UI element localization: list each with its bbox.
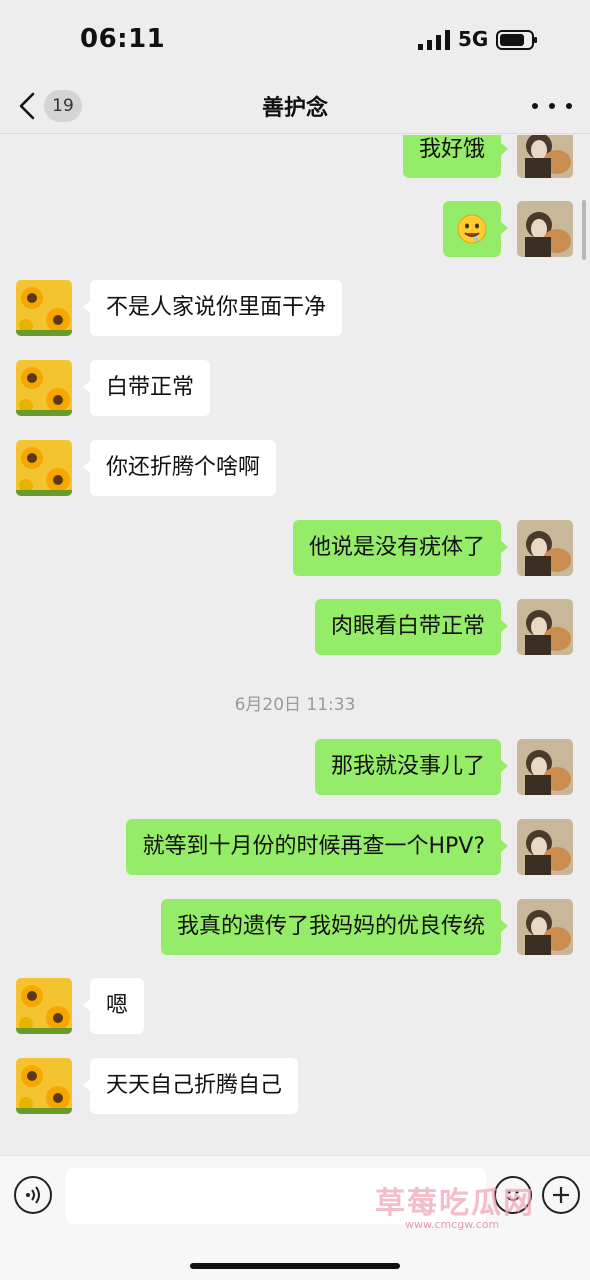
message-bubble-received[interactable]: 嗯	[82, 978, 145, 1034]
back-button[interactable]: 19	[18, 86, 88, 126]
signal-icon	[418, 30, 450, 50]
watermark-url: www.cmcgw.com	[405, 1218, 500, 1231]
my-avatar[interactable]	[517, 135, 573, 178]
message-bubble-sent[interactable]: 肉眼看白带正常	[314, 599, 509, 655]
message-bubble-sent[interactable]: 那我就没事儿了	[314, 739, 509, 795]
voice-icon	[26, 1186, 40, 1204]
watermark: 草莓吃瓜网 www.cmcgw.com	[365, 1178, 585, 1238]
battery-icon	[496, 30, 537, 50]
my-avatar[interactable]	[517, 520, 573, 576]
unread-badge: 19	[44, 90, 82, 122]
my-avatar[interactable]	[517, 739, 573, 795]
message-bubble-sent[interactable]: 他说是没有疣体了	[292, 520, 509, 576]
message-bubble-received[interactable]: 你还折腾个啥啊	[82, 440, 277, 496]
message-bubble-received[interactable]: 白带正常	[82, 360, 211, 416]
contact-avatar[interactable]	[16, 280, 72, 336]
status-bar: 06:11 5G	[0, 0, 590, 78]
message-bubble-received[interactable]: 不是人家说你里面干净	[82, 280, 343, 336]
my-avatar[interactable]	[517, 819, 573, 875]
contact-avatar[interactable]	[16, 360, 72, 416]
contact-avatar[interactable]	[16, 440, 72, 496]
network-label: 5G	[458, 27, 489, 51]
message-bubble-sent[interactable]: 就等到十月份的时候再查一个HPV?	[126, 819, 508, 875]
drooling-emoji-icon	[457, 214, 487, 244]
chat-title: 善护念	[261, 96, 328, 121]
voice-button[interactable]	[14, 1176, 52, 1214]
status-time: 06:11	[80, 24, 166, 54]
contact-avatar[interactable]	[16, 1058, 72, 1114]
my-avatar[interactable]	[517, 899, 573, 955]
timestamp: 6月20日 11:33	[234, 695, 356, 715]
watermark-text: 草莓吃瓜网	[375, 1186, 535, 1221]
input-bar: 草莓吃瓜网 www.cmcgw.com	[0, 1155, 590, 1280]
message-bubble-sent[interactable]: 我真的遗传了我妈妈的优良传统	[160, 899, 509, 955]
my-avatar[interactable]	[517, 201, 573, 257]
chevron-left-icon	[19, 92, 35, 120]
my-avatar[interactable]	[517, 599, 573, 655]
message-bubble-sent[interactable]: 我好饿	[402, 135, 509, 178]
more-icon	[532, 103, 538, 109]
more-button[interactable]	[532, 92, 572, 120]
scrollbar[interactable]	[582, 200, 586, 260]
message-list[interactable]: 我好饿 不是人家说你里面干净 白带正常 你还折腾个啥啊 他说是没有疣体了 肉眼看…	[0, 135, 590, 1155]
home-indicator[interactable]	[190, 1263, 400, 1269]
message-bubble-sent[interactable]	[443, 201, 508, 257]
contact-avatar[interactable]	[16, 978, 72, 1034]
nav-bar: 19 善护念	[0, 78, 590, 134]
message-bubble-received[interactable]: 天天自己折腾自己	[82, 1058, 299, 1114]
